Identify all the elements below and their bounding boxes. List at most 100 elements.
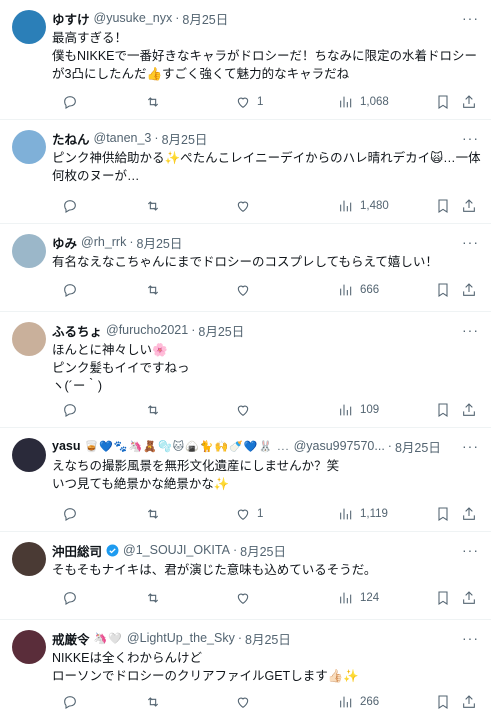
views-button[interactable]: 124 [338,588,379,608]
timestamp[interactable]: 8月25日 [395,437,441,456]
timestamp[interactable]: 8月25日 [240,541,286,560]
views-button[interactable]: 666 [338,280,379,300]
more-options-icon[interactable]: ··· [462,234,479,250]
view-count: 124 [360,592,380,604]
timeline-feed: ゆすけ @yusuke_nyx · 8月25日 ··· 最高すぎる！ 僕もNIK… [0,0,491,728]
avatar[interactable] [12,322,46,356]
reply-button[interactable] [62,196,78,216]
more-options-icon[interactable]: ··· [462,542,479,558]
view-count: 1,068 [360,96,389,108]
tweet[interactable]: ゆすけ @yusuke_nyx · 8月25日 ··· 最高すぎる！ 僕もNIK… [0,0,491,120]
views-button[interactable]: 1,119 [338,504,388,524]
retweet-button[interactable] [145,92,161,112]
reply-icon [64,696,76,709]
share-button[interactable] [461,400,477,420]
bookmark-icon [438,283,448,297]
bookmark-button[interactable] [435,280,451,300]
reply-button[interactable] [62,92,78,112]
handle[interactable]: @tanen_3 [94,131,152,145]
timestamp[interactable]: 8月25日 [182,9,228,28]
action-bar: 124 [52,588,477,608]
reply-button[interactable] [62,504,78,524]
avatar[interactable] [12,10,46,44]
separator-dot: · [232,543,238,557]
bookmark-button[interactable] [435,692,451,712]
retweet-button[interactable] [145,588,161,608]
bookmark-button[interactable] [435,588,451,608]
reply-button[interactable] [62,692,78,712]
share-button[interactable] [461,588,477,608]
tweet[interactable]: ふるちょ @furucho2021 · 8月25日 ··· ほんとに神々しい🌸 … [0,312,491,428]
views-button[interactable]: 1,068 [338,92,389,112]
timestamp[interactable]: 8月25日 [137,233,183,252]
handle[interactable]: @yasu997570... [294,439,385,453]
share-button[interactable] [461,692,477,712]
avatar[interactable] [12,234,46,268]
reply-button[interactable] [62,400,78,420]
bookmark-button[interactable] [435,400,451,420]
retweet-icon [147,405,159,415]
display-name[interactable]: 沖田総司 [52,541,102,560]
tweet[interactable]: ゆみ @rh_rrk · 8月25日 ··· 有名なえなこちゃんにまでドロシーの… [0,224,491,312]
avatar[interactable] [12,438,46,472]
retweet-icon [147,97,159,107]
avatar[interactable] [12,630,46,664]
like-button[interactable] [235,196,257,216]
avatar[interactable] [12,542,46,576]
action-bar: 1 1,119 [52,504,477,524]
tweet[interactable]: 戒厳令 🦄🤍 @LightUp_the_Sky · 8月25日 ··· NIKK… [0,620,491,728]
display-name[interactable]: たねん [52,129,90,148]
views-button[interactable]: 1,480 [338,196,389,216]
more-options-icon[interactable]: ··· [462,322,479,338]
more-options-icon[interactable]: ··· [462,130,479,146]
like-button[interactable] [235,280,257,300]
retweet-button[interactable] [145,400,161,420]
more-options-icon[interactable]: ··· [462,438,479,454]
share-button[interactable] [461,504,477,524]
handle[interactable]: @yusuke_nyx [94,11,173,25]
bookmark-button[interactable] [435,196,451,216]
display-name[interactable]: yasu [52,439,81,453]
avatar[interactable] [12,130,46,164]
tweet[interactable]: yasu 🥃💙🐾🦄🧸🫧🐱🍙🐈🙌🍼💙🐰 ... @yasu997570... · … [0,428,491,532]
tweet[interactable]: たねん @tanen_3 · 8月25日 ··· ピンク神供給助かる✨ぺたんこレ… [0,120,491,224]
action-bar: 266 [52,692,477,712]
share-button[interactable] [461,196,477,216]
bookmark-button[interactable] [435,92,451,112]
reply-button[interactable] [62,280,78,300]
retweet-button[interactable] [145,196,161,216]
reply-button[interactable] [62,588,78,608]
display-name[interactable]: 戒厳令 [52,629,90,648]
reply-icon [64,96,76,109]
retweet-button[interactable] [145,692,161,712]
handle[interactable]: @1_SOUJI_OKITA [123,543,230,557]
bookmark-button[interactable] [435,504,451,524]
display-name[interactable]: ゆみ [52,233,77,252]
more-options-icon[interactable]: ··· [462,10,479,26]
views-button[interactable]: 266 [338,692,379,712]
handle[interactable]: @furucho2021 [106,323,188,337]
handle[interactable]: @LightUp_the_Sky [127,631,235,645]
reply-icon [64,592,76,605]
timestamp[interactable]: 8月25日 [198,321,244,340]
share-button[interactable] [461,280,477,300]
handle[interactable]: @rh_rrk [81,235,126,249]
share-icon [463,403,475,416]
like-button[interactable]: 1 [235,92,263,112]
more-options-icon[interactable]: ··· [462,630,479,646]
share-button[interactable] [461,92,477,112]
timestamp[interactable]: 8月25日 [162,129,208,148]
retweet-button[interactable] [145,504,161,524]
like-button[interactable] [235,400,257,420]
retweet-icon [147,509,159,519]
tweet[interactable]: 沖田総司 @1_SOUJI_OKITA · 8月25日 ··· そもそもナイキは… [0,532,491,620]
retweet-icon [147,697,159,707]
display-name[interactable]: ふるちょ [52,321,102,340]
display-name[interactable]: ゆすけ [52,9,90,28]
like-button[interactable]: 1 [235,504,263,524]
like-button[interactable] [235,588,257,608]
like-button[interactable] [235,692,257,712]
retweet-button[interactable] [145,280,161,300]
views-button[interactable]: 109 [338,400,379,420]
timestamp[interactable]: 8月25日 [245,629,291,648]
